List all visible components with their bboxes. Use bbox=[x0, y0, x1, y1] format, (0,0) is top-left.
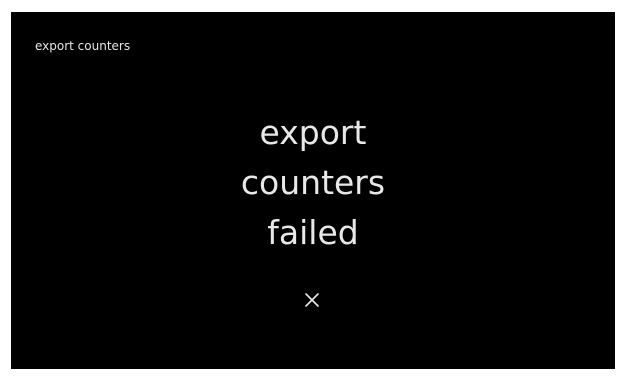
screen-title: export counters bbox=[35, 39, 131, 53]
error-message-line-2: counters bbox=[240, 163, 386, 202]
error-message: export counters failed bbox=[11, 108, 615, 258]
error-message-line-1: export bbox=[259, 113, 367, 152]
device-screen: export counters export counters failed bbox=[11, 12, 615, 369]
error-message-line-3: failed bbox=[267, 213, 359, 252]
close-icon bbox=[305, 293, 319, 307]
close-button[interactable] bbox=[298, 286, 326, 314]
